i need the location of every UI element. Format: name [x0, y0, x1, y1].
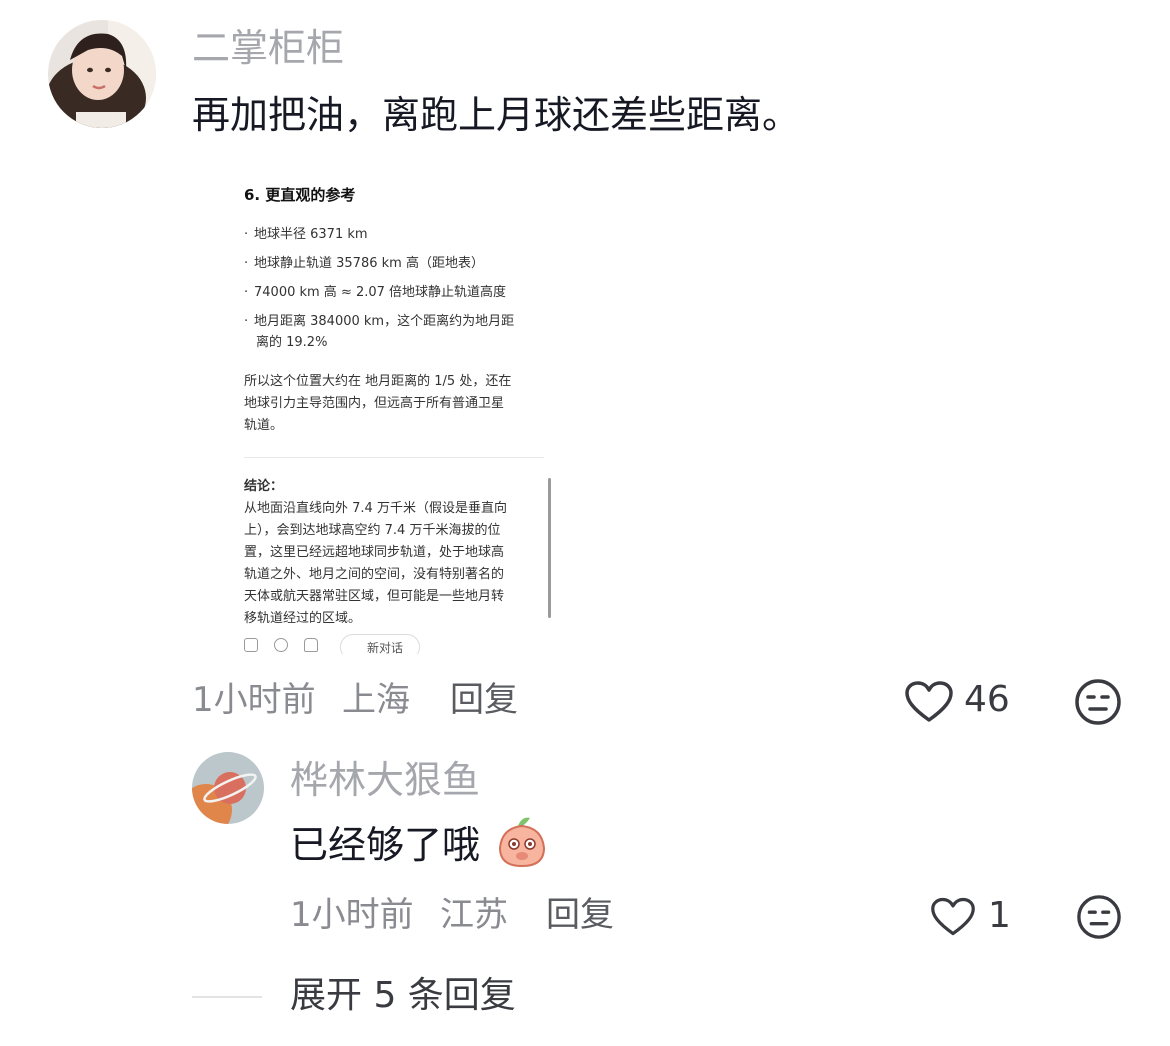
- comment-1-reply-button[interactable]: 回复: [450, 680, 518, 720]
- comment-1-like-button[interactable]: 46: [904, 678, 1014, 724]
- neutral-face-icon: [1077, 895, 1121, 939]
- screenshot-conclusion-line: 置，这里已经远超地球同步轨道，处于地球高: [244, 545, 505, 560]
- expand-replies-button[interactable]: 展开 5 条回复: [290, 974, 516, 1018]
- screenshot-conclusion-line: 天体或航天器常驻区域，但可能是一些地月转: [244, 589, 505, 604]
- screenshot-bullet-4: · 地月距离 384000 km，这个距离约为地月距: [244, 314, 515, 329]
- bullet-text: 74000 km 高 ≈ 2.07 倍地球静止轨道高度: [254, 285, 507, 300]
- commenter-2-username[interactable]: 桦林大狠鱼: [290, 758, 480, 802]
- heart-icon: [931, 897, 975, 936]
- screenshot-conclusion-line: 轨道之外、地月之间的空间，没有特别著名的: [244, 567, 505, 582]
- comment-1-location: 上海: [342, 680, 410, 720]
- comment-2-like-button[interactable]: 1: [930, 894, 1014, 940]
- screenshot-bullet-2: · 地球静止轨道 35786 km 高（距地表）: [244, 256, 484, 271]
- neutral-face-icon: [1075, 679, 1121, 725]
- screenshot-toolbar: 新对话: [244, 634, 444, 654]
- new-chat-label: 新对话: [367, 641, 404, 654]
- screenshot-para-line: 所以这个位置大约在 地月距离的 1/5 处，还在: [244, 374, 512, 389]
- screenshot-conclusion-line: 从地面沿直线向外 7.4 万千米（假设是垂直向: [244, 501, 507, 516]
- copy-icon: [244, 638, 258, 652]
- screenshot-scrollbar: [548, 478, 551, 618]
- screenshot-title: 6. 更直观的参考: [244, 186, 356, 204]
- expand-replies-divider: [192, 996, 262, 998]
- bullet-text: 地球半径 6371 km: [254, 227, 368, 242]
- comment-1-dislike-button[interactable]: [1074, 678, 1122, 726]
- screenshot-bullet-1: · 地球半径 6371 km: [244, 227, 368, 242]
- screenshot-conclusion-label: 结论：: [244, 479, 284, 494]
- user-avatar-photo-icon: [48, 20, 156, 128]
- comment-1-like-count: 46: [964, 679, 1010, 720]
- comment-2-dislike-button[interactable]: [1076, 894, 1122, 940]
- commenter-1-username[interactable]: 二掌柜柜: [192, 26, 344, 70]
- heart-icon: [905, 681, 953, 722]
- comment-1-screenshot-image[interactable]: 6. 更直观的参考 · 地球半径 6371 km · 地球静止轨道 35786 km…: [232, 172, 552, 654]
- avatar-commenter-2[interactable]: [192, 752, 264, 824]
- refresh-icon: [274, 638, 288, 652]
- planet-avatar-icon: [192, 752, 264, 824]
- bullet-text: 地月距离 384000 km，这个距离约为地月距: [254, 314, 515, 329]
- bullet-text: 地球静止轨道 35786 km 高（距地表）: [254, 256, 484, 271]
- comment-2-location: 江苏: [440, 895, 508, 935]
- comment-1-time: 1小时前: [192, 680, 316, 720]
- new-chat-pill: 新对话: [340, 634, 420, 654]
- avatar-commenter-1[interactable]: [48, 20, 156, 128]
- screenshot-bullet-3: · 74000 km 高 ≈ 2.07 倍地球静止轨道高度: [244, 285, 507, 300]
- comment-2-time: 1小时前: [290, 895, 414, 935]
- comment-2-reply-button[interactable]: 回复: [546, 895, 614, 935]
- screenshot-bullet-4-cont: 离的 19.2%: [256, 335, 328, 350]
- comment-2-like-count: 1: [988, 895, 1011, 936]
- comment-1-text: 再加把油，离跑上月球还差些距离。: [192, 93, 801, 137]
- screenshot-para-line: 轨道。: [244, 418, 284, 433]
- screenshot-para-line: 地球引力主导范围内，但远高于所有普通卫星: [244, 396, 505, 411]
- screenshot-divider: [244, 457, 544, 458]
- peach-shy-emoji-icon: [496, 814, 548, 870]
- comment-2-text: 已经够了哦: [290, 823, 481, 867]
- thumbs-up-icon: [304, 638, 318, 652]
- screenshot-conclusion-line: 上），会到达地球高空约 7.4 万千米海拔的位: [244, 523, 501, 538]
- screenshot-conclusion-line: 移轨道经过的区域。: [244, 611, 362, 626]
